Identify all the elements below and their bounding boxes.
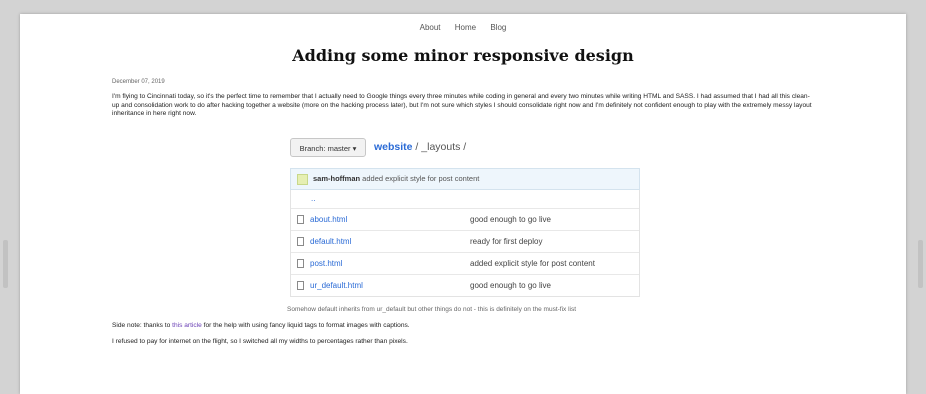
side-note-suffix: for the help with using fancy liquid tag… bbox=[201, 322, 410, 329]
parent-directory-link[interactable]: .. bbox=[311, 194, 315, 203]
nav-link-about[interactable]: About bbox=[420, 23, 441, 32]
file-commit-message[interactable]: good enough to go live bbox=[470, 281, 551, 290]
post-date: December 07, 2019 bbox=[112, 79, 165, 85]
file-name-link[interactable]: ur_default.html bbox=[310, 281, 363, 290]
top-nav: About Home Blog bbox=[20, 23, 906, 32]
commit-message: added explicit style for post content bbox=[360, 174, 480, 183]
breadcrumb-path: / _layouts / bbox=[412, 141, 467, 153]
nav-link-blog[interactable]: Blog bbox=[490, 23, 506, 32]
side-note-paragraph: Side note: thanks to this article for th… bbox=[112, 322, 812, 331]
right-scroll-handle[interactable] bbox=[918, 240, 923, 288]
side-note-prefix: Side note: thanks to bbox=[112, 322, 173, 329]
file-commit-message[interactable]: ready for first deploy bbox=[470, 237, 542, 246]
nav-link-home[interactable]: Home bbox=[455, 23, 476, 32]
breadcrumb: website / _layouts / bbox=[374, 141, 466, 153]
post-title: Adding some minor responsive design bbox=[292, 46, 634, 65]
file-name-link[interactable]: default.html bbox=[310, 237, 351, 246]
file-icon bbox=[297, 259, 304, 268]
repo-name-link[interactable]: website bbox=[374, 141, 413, 153]
branch-selector[interactable]: Branch: master ▾ bbox=[290, 138, 366, 157]
page-container: About Home Blog Adding some minor respon… bbox=[20, 14, 906, 394]
file-commit-message[interactable]: added explicit style for post content bbox=[470, 259, 595, 268]
left-scroll-handle[interactable] bbox=[3, 240, 8, 288]
file-icon bbox=[297, 237, 304, 246]
file-list: .. about.html good enough to go live def… bbox=[290, 190, 640, 297]
file-commit-message[interactable]: good enough to go live bbox=[470, 215, 551, 224]
file-name-link[interactable]: about.html bbox=[310, 215, 347, 224]
parent-directory-row[interactable]: .. bbox=[291, 190, 639, 209]
article-link[interactable]: this article bbox=[172, 322, 202, 329]
avatar bbox=[297, 173, 308, 185]
image-caption: Somehow default inherits from ur_default… bbox=[287, 306, 577, 313]
commit-author[interactable]: sam-hoffman bbox=[313, 174, 360, 183]
closing-paragraph: I refused to pay for internet on the fli… bbox=[112, 338, 408, 345]
intro-paragraph: I'm flying to Cincinnati today, so it's … bbox=[112, 93, 812, 118]
file-icon bbox=[297, 281, 304, 290]
file-row[interactable]: about.html good enough to go live bbox=[291, 209, 639, 231]
file-row[interactable]: post.html added explicit style for post … bbox=[291, 253, 639, 275]
file-icon bbox=[297, 215, 304, 224]
file-row[interactable]: default.html ready for first deploy bbox=[291, 231, 639, 253]
latest-commit-bar: sam-hoffman added explicit style for pos… bbox=[290, 168, 640, 190]
file-name-link[interactable]: post.html bbox=[310, 259, 342, 268]
file-row[interactable]: ur_default.html good enough to go live bbox=[291, 275, 639, 296]
